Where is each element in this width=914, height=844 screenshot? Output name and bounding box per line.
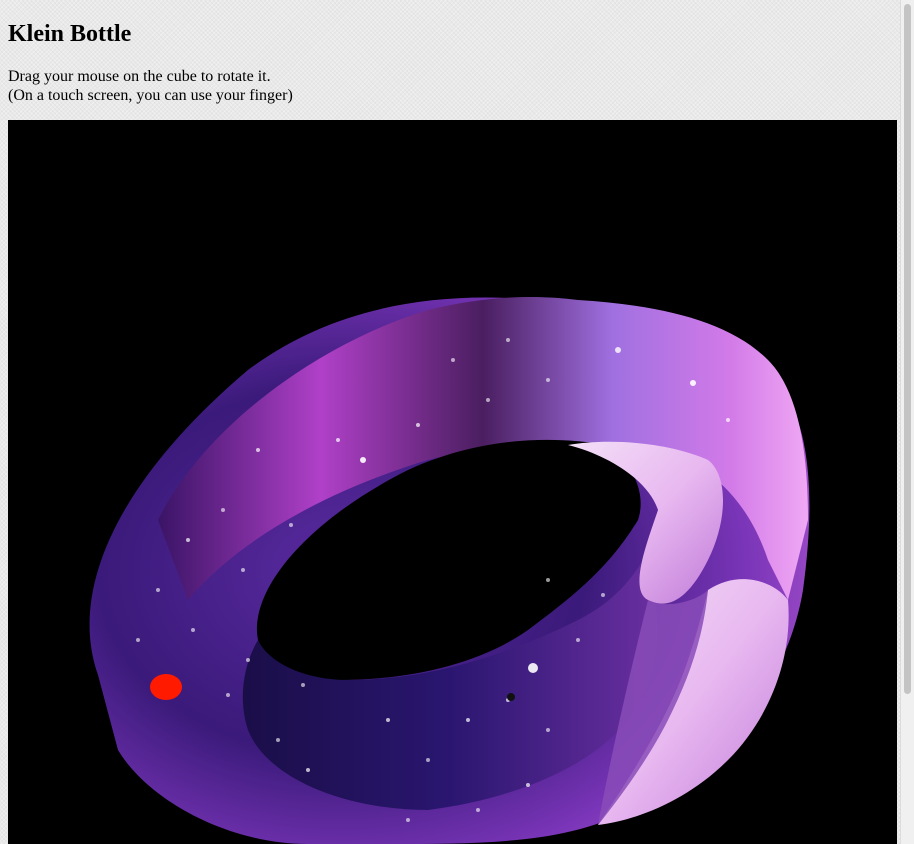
instructions-line-2: (On a touch screen, you can use your fin… (8, 87, 293, 104)
marker-dot (150, 674, 182, 700)
scrollbar-thumb[interactable] (904, 4, 911, 694)
vertical-scrollbar[interactable] (900, 0, 914, 844)
instructions: Drag your mouse on the cube to rotate it… (8, 67, 293, 105)
webgl-canvas[interactable] (8, 120, 897, 844)
instructions-line-1: Drag your mouse on the cube to rotate it… (8, 68, 271, 85)
klein-bottle-render (89, 297, 810, 844)
page-title: Klein Bottle (8, 21, 132, 47)
dark-marker-dot (507, 693, 515, 701)
